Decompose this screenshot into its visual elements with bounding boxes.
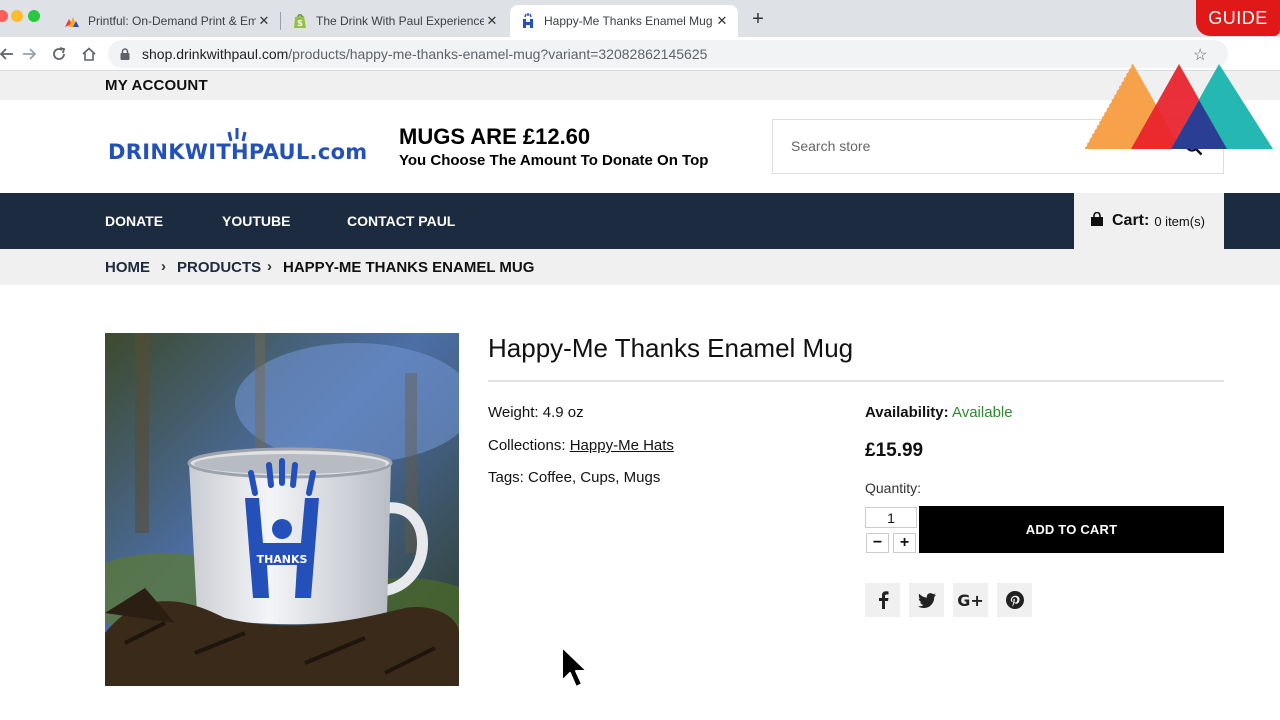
availability: Availability: Available — [865, 404, 1013, 421]
weight-value: 4.9 oz — [542, 404, 584, 421]
browser-tab-printful[interactable]: Printful: On-Demand Print & Em ✕ — [54, 5, 280, 37]
tab-divider — [280, 12, 281, 30]
reload-icon[interactable] — [48, 43, 70, 65]
guide-badge: GUIDE — [1196, 0, 1280, 36]
tab-title: Happy-Me Thanks Enamel Mug — [544, 14, 713, 28]
breadcrumb-current: HAPPY-ME THANKS ENAMEL MUG — [283, 259, 535, 276]
collections-link[interactable]: Happy-Me Hats — [570, 437, 674, 454]
quantity-input[interactable] — [865, 507, 917, 528]
weight-label: Weight: — [488, 404, 539, 421]
home-icon[interactable] — [78, 43, 100, 65]
collections-label: Collections: — [488, 437, 566, 454]
availability-status: Available — [951, 404, 1013, 421]
product-image[interactable]: THANKS — [105, 333, 459, 686]
cart-button[interactable]: Cart: 0 item(s) — [1074, 193, 1224, 249]
facebook-icon[interactable] — [865, 583, 900, 617]
breadcrumb: HOME › PRODUCTS › HAPPY-ME THANKS ENAMEL… — [0, 249, 1280, 285]
add-to-cart-button[interactable]: ADD TO CART — [919, 506, 1224, 553]
cart-count: 0 item(s) — [1154, 213, 1205, 229]
title-divider — [488, 380, 1224, 382]
close-tab-icon[interactable]: ✕ — [484, 13, 500, 29]
nav-item-youtube[interactable]: YOUTUBE — [222, 213, 290, 229]
google-plus-icon[interactable]: G+ — [953, 583, 988, 617]
breadcrumb-separator: › — [161, 258, 166, 275]
mug-photo: THANKS — [105, 333, 459, 686]
forward-arrow-icon[interactable] — [18, 43, 40, 65]
url-text: shop.drinkwithpaul.com/products/happy-me… — [142, 46, 707, 62]
browser-tab-shopify[interactable]: S The Drink With Paul Experience ✕ — [282, 5, 508, 37]
product-collections: Collections: Happy-Me Hats — [488, 437, 674, 454]
cart-label: Cart: — [1112, 212, 1150, 229]
quantity-increase-button[interactable]: + — [893, 533, 916, 553]
nav-item-contact[interactable]: CONTACT PAUL — [347, 213, 455, 229]
product-title: Happy-Me Thanks Enamel Mug — [488, 333, 854, 363]
mug-print-text: THANKS — [257, 553, 308, 566]
new-tab-button[interactable]: + — [749, 9, 767, 29]
pinterest-icon[interactable] — [997, 583, 1032, 617]
printful-favicon-icon — [64, 13, 80, 29]
url-host: shop.drinkwithpaul.com — [142, 46, 289, 62]
zoom-window-dot[interactable] — [28, 10, 40, 22]
tab-title: The Drink With Paul Experience — [316, 14, 484, 28]
quantity-label: Quantity: — [865, 480, 922, 496]
back-arrow-icon[interactable] — [0, 43, 18, 65]
my-account-link[interactable]: MY ACCOUNT — [105, 77, 208, 94]
promo-title: MUGS ARE £12.60 — [399, 124, 591, 149]
google-plus-glyph: G+ — [957, 590, 984, 610]
breadcrumb-separator: › — [267, 258, 272, 275]
mouse-cursor-icon — [561, 646, 588, 688]
minimize-window-dot[interactable] — [11, 10, 23, 22]
logo-text: DRINKWITHPAUL.com — [108, 140, 368, 164]
tab-title: Printful: On-Demand Print & Em — [88, 14, 256, 28]
main-nav: DONATE YOUTUBE CONTACT PAUL Cart: 0 item… — [0, 193, 1280, 249]
browser-tab-bar: Printful: On-Demand Print & Em ✕ S The D… — [0, 0, 1280, 37]
svg-text:S: S — [297, 19, 303, 28]
close-tab-icon[interactable]: ✕ — [256, 13, 272, 29]
product-tags: Tags: Coffee, Cups, Mugs — [488, 469, 660, 486]
close-tab-icon[interactable]: ✕ — [714, 13, 730, 29]
availability-label: Availability: — [865, 404, 949, 421]
site-logo[interactable]: DRINKWITHPAUL.com — [108, 128, 368, 164]
logo-figure-icon — [227, 128, 247, 142]
tags-value: Coffee, Cups, Mugs — [528, 469, 661, 486]
shopping-bag-icon — [1090, 211, 1104, 231]
drinkwithpaul-favicon-icon — [520, 13, 536, 29]
promo-subtitle: You Choose The Amount To Donate On Top — [399, 152, 709, 169]
shopify-favicon-icon: S — [292, 13, 308, 29]
url-path: /products/happy-me-thanks-enamel-mug?var… — [288, 46, 708, 62]
tags-label: Tags: — [488, 469, 524, 486]
product-price: £15.99 — [865, 440, 924, 461]
quantity-decrease-button[interactable]: − — [866, 533, 889, 553]
browser-tab-active[interactable]: Happy-Me Thanks Enamel Mug ✕ — [510, 5, 738, 37]
nav-item-donate[interactable]: DONATE — [105, 213, 163, 229]
breadcrumb-home[interactable]: HOME — [105, 259, 150, 276]
address-bar[interactable]: shop.drinkwithpaul.com/products/happy-me… — [108, 40, 1228, 68]
screen: Printful: On-Demand Print & Em ✕ S The D… — [0, 0, 1280, 720]
product-weight: Weight: 4.9 oz — [488, 404, 584, 421]
close-window-dot[interactable] — [0, 10, 8, 22]
brand-triangles-logo — [1085, 63, 1273, 150]
twitter-icon[interactable] — [909, 583, 944, 617]
breadcrumb-products[interactable]: PRODUCTS — [177, 259, 261, 276]
lock-icon — [120, 48, 132, 60]
